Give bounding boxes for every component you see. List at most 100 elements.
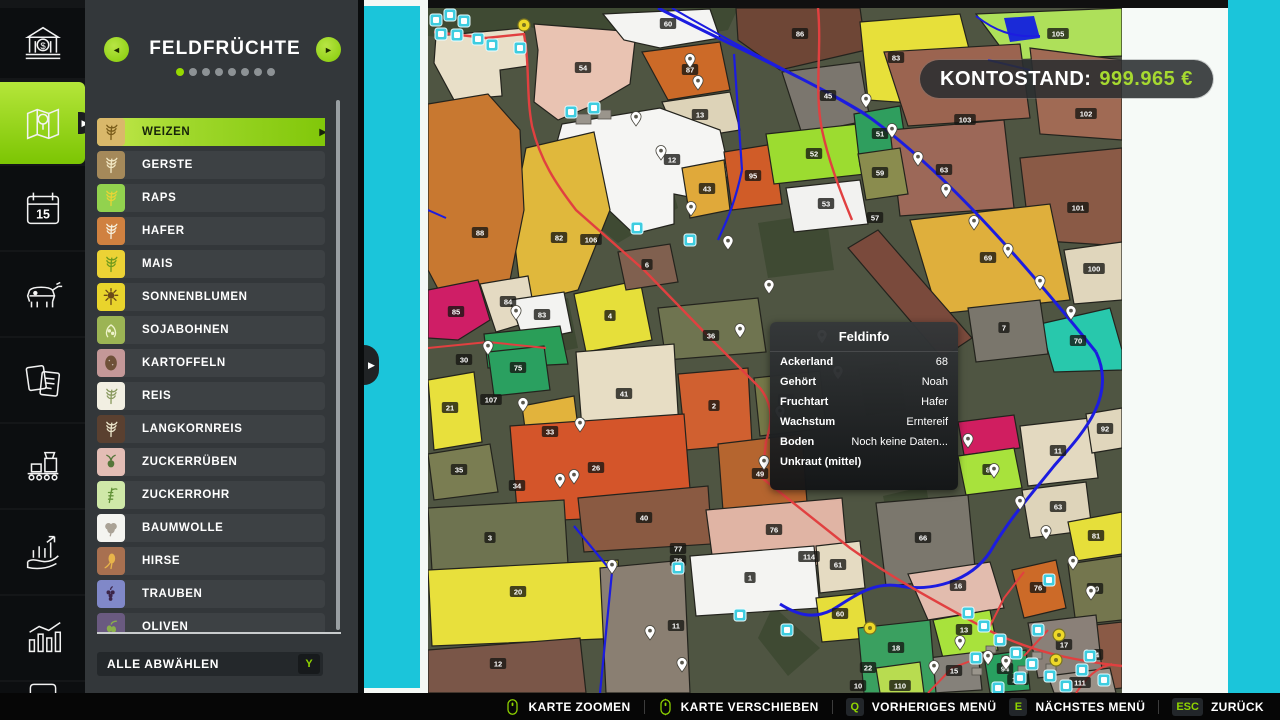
map-poi-icon <box>781 624 793 636</box>
crop-item-mais[interactable]: MAIS <box>97 250 325 278</box>
crop-item-raps[interactable]: RAPS <box>97 184 325 212</box>
map-poi-icon <box>435 28 447 40</box>
crop-item-kartoffeln[interactable]: KARTOFFELN <box>97 349 325 377</box>
map-poi-icon <box>684 234 696 246</box>
sidebar-item-map[interactable]: ▶ <box>0 82 85 164</box>
svg-text:6: 6 <box>645 261 649 270</box>
map-poi-icon <box>970 652 982 664</box>
svg-text:18: 18 <box>892 644 900 653</box>
crop-label: SOJABOHNEN <box>142 324 229 336</box>
crop-item-sojabohnen[interactable]: SOJABOHNEN <box>97 316 325 344</box>
svg-text:60: 60 <box>664 20 672 29</box>
map-poi-icon <box>444 9 456 21</box>
svg-text:43: 43 <box>703 185 711 194</box>
map-margin <box>1122 8 1228 693</box>
crop-item-oliven[interactable]: OLIVEN <box>97 613 325 633</box>
map-poi-icon <box>458 15 470 27</box>
svg-text:35: 35 <box>455 466 463 475</box>
wheat-icon <box>97 118 125 146</box>
hotkey-vorheriges-menue[interactable]: Q VORHERIGES MENÜ <box>846 698 997 716</box>
crop-list-scrollbar[interactable] <box>336 100 340 630</box>
svg-text:49: 49 <box>756 470 764 479</box>
crop-item-gerste[interactable]: GERSTE <box>97 151 325 179</box>
svg-text:81: 81 <box>1092 532 1100 541</box>
crop-item-zuckerrohr[interactable]: ZUCKERROHR <box>97 481 325 509</box>
crop-item-sonnenblumen[interactable]: SONNENBLUMEN <box>97 283 325 311</box>
svg-text:57: 57 <box>871 214 879 223</box>
map-poi-icon <box>734 609 746 621</box>
crop-item-zuckerrueben[interactable]: ZUCKERRÜBEN <box>97 448 325 476</box>
page-dots <box>85 68 365 76</box>
svg-text:52: 52 <box>810 150 818 159</box>
field-info-label: Boden <box>780 436 814 448</box>
field-info-label: Fruchtart <box>780 396 828 408</box>
svg-text:21: 21 <box>446 404 454 413</box>
svg-text:102: 102 <box>1080 110 1093 119</box>
sugarbeet-icon <box>97 448 125 476</box>
svg-text:88: 88 <box>476 229 484 238</box>
svg-text:103: 103 <box>959 116 972 125</box>
field-info-tooltip: Feldinfo Ackerland68 GehörtNoah Fruchtar… <box>770 322 958 490</box>
svg-text:69: 69 <box>984 254 992 263</box>
hotkey-karte-zoomen[interactable]: KARTE ZOOMEN <box>505 698 630 716</box>
field-info-label: Gehört <box>780 376 816 388</box>
svg-text:84: 84 <box>504 298 513 307</box>
hotkey-naechstes-menue[interactable]: E NÄCHSTES MENÜ <box>1009 698 1145 716</box>
crop-label: TRAUBEN <box>142 588 202 600</box>
bar-chart-icon <box>20 615 66 661</box>
crop-label: RAPS <box>142 192 176 204</box>
crop-item-hafer[interactable]: HAFER <box>97 217 325 245</box>
key-badge-e: E <box>1009 698 1027 716</box>
map-poi-icon <box>565 106 577 118</box>
canola-icon <box>97 184 125 212</box>
map-poi-icon <box>1044 670 1056 682</box>
sidebar-item-more[interactable] <box>0 682 85 693</box>
map-poi-icon <box>1043 574 1055 586</box>
hotkey-zurueck[interactable]: ESC ZURÜCK <box>1172 698 1264 716</box>
selected-arrow-icon: ▶ <box>319 127 325 138</box>
svg-text:16: 16 <box>954 582 962 591</box>
sidebar-item-production[interactable] <box>0 424 85 508</box>
svg-text:106: 106 <box>585 236 598 245</box>
sidebar-item-finances[interactable]: $ <box>0 8 85 78</box>
key-badge-y: Y <box>298 654 320 674</box>
svg-text:45: 45 <box>824 92 832 101</box>
next-page-button[interactable]: ► <box>316 37 341 62</box>
svg-text:83: 83 <box>538 311 546 320</box>
hand-chart-icon <box>20 529 66 575</box>
svg-text:53: 53 <box>822 200 830 209</box>
field-info-value: Noch keine Daten... <box>851 436 948 448</box>
page-dot <box>267 68 275 76</box>
svg-text:76: 76 <box>1034 584 1042 593</box>
svg-text:92: 92 <box>1101 425 1109 434</box>
svg-text:114: 114 <box>803 553 816 562</box>
sidebar-item-animals[interactable] <box>0 252 85 336</box>
sidebar-item-sales[interactable] <box>0 510 85 594</box>
svg-text:15: 15 <box>950 667 958 676</box>
documents-icon <box>20 357 66 403</box>
crop-item-weizen[interactable]: WEIZEN ▶ <box>97 118 325 146</box>
crop-item-reis[interactable]: REIS <box>97 382 325 410</box>
hotkey-karte-verschieben[interactable]: KARTE VERSCHIEBEN <box>658 698 819 716</box>
sidebar-item-calendar[interactable]: 15 <box>0 166 85 250</box>
crop-item-hirse[interactable]: HIRSE <box>97 547 325 575</box>
svg-text:15: 15 <box>36 208 50 222</box>
map-poi-icon <box>1010 647 1022 659</box>
sidebar-item-contracts[interactable] <box>0 338 85 422</box>
sidebar-item-statistics[interactable] <box>0 596 85 680</box>
map-poi-icon <box>1014 672 1026 684</box>
crop-item-langkornreis[interactable]: LANGKORNREIS <box>97 415 325 443</box>
svg-text:3: 3 <box>488 534 492 543</box>
map-poi-icon <box>1084 650 1096 662</box>
barley-icon <box>97 151 125 179</box>
svg-text:34: 34 <box>513 482 522 491</box>
field-info-label: Ackerland <box>780 356 833 368</box>
crop-label: LANGKORNREIS <box>142 423 242 435</box>
page-dot <box>176 68 184 76</box>
crop-item-trauben[interactable]: TRAUBEN <box>97 580 325 608</box>
crop-item-baumwolle[interactable]: BAUMWOLLE <box>97 514 325 542</box>
svg-text:54: 54 <box>579 64 588 73</box>
map-special-icon <box>1053 629 1065 641</box>
svg-text:75: 75 <box>514 364 522 373</box>
deselect-all-button[interactable]: ALLE ABWÄHLEN Y <box>97 652 323 676</box>
